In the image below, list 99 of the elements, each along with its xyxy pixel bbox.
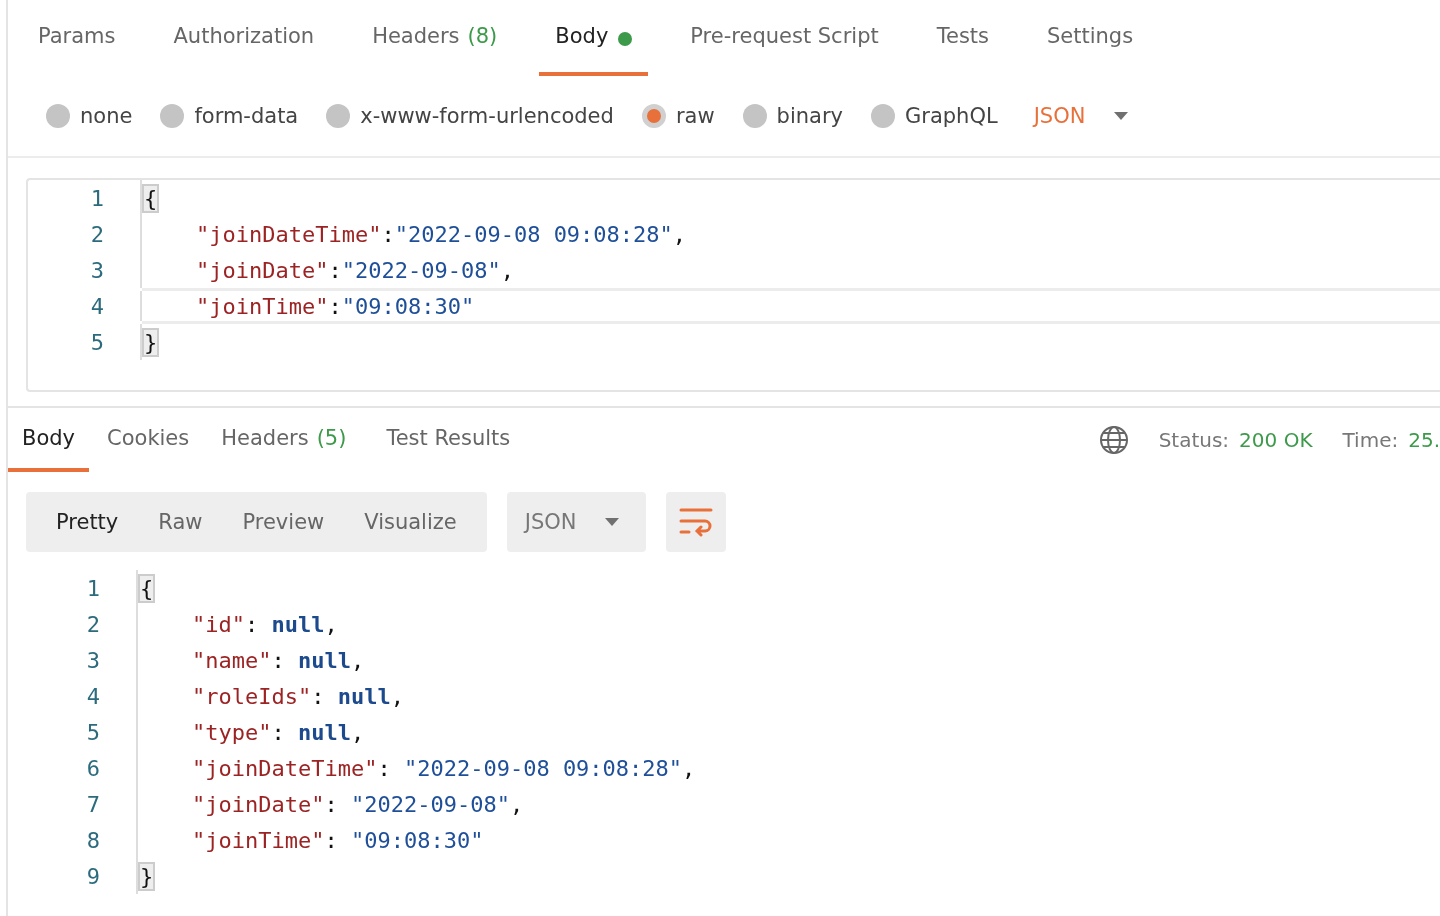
radio-icon[interactable] [160,104,185,128]
line-number: 8 [85,827,100,853]
response-tab[interactable]: Headers (5) [207,408,361,472]
caret-icon [604,517,621,527]
line-number: 4 [89,293,104,319]
json-string: "2022-09-08" [341,257,501,283]
json-punctuation: , [682,755,696,781]
response-tab[interactable]: Body [8,408,89,472]
json-string: "2022-09-08 09:08:28" [394,221,673,247]
radio-icon[interactable] [641,104,666,128]
body-type-label: GraphQL [904,104,998,128]
line-number: 6 [85,755,100,781]
json-null: null [271,611,325,637]
json-null: null [298,719,351,745]
json-string: "09:08:30" [350,827,484,853]
json-punctuation: , [509,791,524,817]
json-key: "joinDate" [196,257,329,283]
time-label: Time: [1342,428,1399,452]
json-string: "2022-09-08 09:08:28" [403,755,683,781]
line-number: 5 [85,719,100,745]
json-string: "09:08:30" [341,293,475,319]
body-type-option[interactable]: form-data [160,104,299,128]
matched-bracket: { [144,185,158,211]
body-type-label: raw [675,104,715,128]
json-punctuation: : [324,791,339,817]
json-key: "joinDateTime" [192,755,378,781]
body-type-label: binary [776,104,843,128]
code-editor[interactable]: 1 { 2 "joinDateTime":"2022-09-08 09:08:28", 3 "joinDate":"2022-09-08", 4 "joinTime":"09:08:30" 5 } [26,178,1440,392]
json-key: "type" [192,719,272,745]
view-mode-tab[interactable]: Pretty [36,510,139,534]
json-key: "joinDate" [192,791,325,817]
json-key: "joinTime" [196,293,329,319]
body-type-label: form-data [194,104,299,128]
json-punctuation: , [672,221,687,247]
radio-icon[interactable] [326,104,351,128]
request-tab[interactable]: Tests [920,0,1005,76]
json-punctuation: , [390,683,404,709]
matched-bracket: { [140,575,154,601]
json-key: "joinDateTime" [196,221,382,247]
line-number: 3 [85,647,100,673]
wrap-lines-button[interactable] [666,492,727,552]
json-punctuation: , [350,647,365,673]
view-mode-tab[interactable]: Preview [222,510,345,534]
line-number: 2 [85,611,100,637]
status-value: 200 OK [1239,428,1313,452]
request-tab[interactable]: Authorization [157,0,331,76]
matched-bracket: } [140,863,154,889]
format-dropdown[interactable]: JSON [1033,104,1130,128]
json-punctuation: : [324,827,339,853]
wrap-icon [679,507,714,537]
json-punctuation: : [271,647,286,673]
json-key: "name" [192,647,272,673]
view-mode-tab[interactable]: Visualize [344,510,477,534]
json-key: "roleIds" [192,683,312,709]
status-label: Status: [1158,428,1230,452]
json-punctuation: , [350,719,365,745]
body-type-option[interactable]: raw [641,104,715,128]
line-number: 7 [85,791,100,817]
caret-icon [1113,111,1130,121]
json-key: "joinTime" [192,827,325,853]
format-dropdown[interactable]: JSON [506,492,647,552]
line-number: 1 [89,185,104,211]
request-tab[interactable]: Settings [1031,0,1150,76]
json-punctuation: : [311,683,326,709]
json-null: null [337,683,391,709]
json-punctuation: , [324,611,338,637]
view-mode-tab[interactable]: Raw [138,510,223,534]
radio-icon[interactable] [46,104,70,128]
line-number: 2 [89,221,104,247]
body-type-option[interactable]: GraphQL [870,104,998,128]
request-tab[interactable]: Headers (8) [356,0,514,76]
json-string: "2022-09-08" [350,791,510,817]
request-tab[interactable]: Pre-request Script [674,0,895,76]
json-punctuation: , [500,257,514,283]
request-tab[interactable]: Body [539,0,649,76]
response-tab[interactable]: Cookies [93,408,204,472]
json-punctuation: : [328,293,342,319]
radio-icon[interactable] [870,104,895,128]
line-number: 9 [85,863,100,889]
time-value: 25. [1408,428,1440,452]
line-number: 4 [85,683,100,709]
line-number: 5 [89,329,104,355]
body-type-label: none [80,104,133,128]
json-key: "id" [192,611,245,637]
body-type-option[interactable]: binary [742,104,843,128]
matched-bracket: } [144,329,158,355]
json-punctuation: : [377,755,392,781]
json-punctuation: : [381,221,395,247]
line-number: 3 [89,257,104,283]
body-type-option[interactable]: none [46,104,133,128]
line-number: 1 [85,575,100,601]
response-tab[interactable]: Test Results [372,408,525,472]
json-punctuation: : [271,719,286,745]
request-tab[interactable]: Params [22,0,132,76]
json-null: null [298,647,351,673]
radio-icon[interactable] [742,104,767,128]
json-punctuation: : [245,611,260,637]
json-punctuation: : [328,257,342,283]
globe-icon[interactable] [1098,425,1129,455]
